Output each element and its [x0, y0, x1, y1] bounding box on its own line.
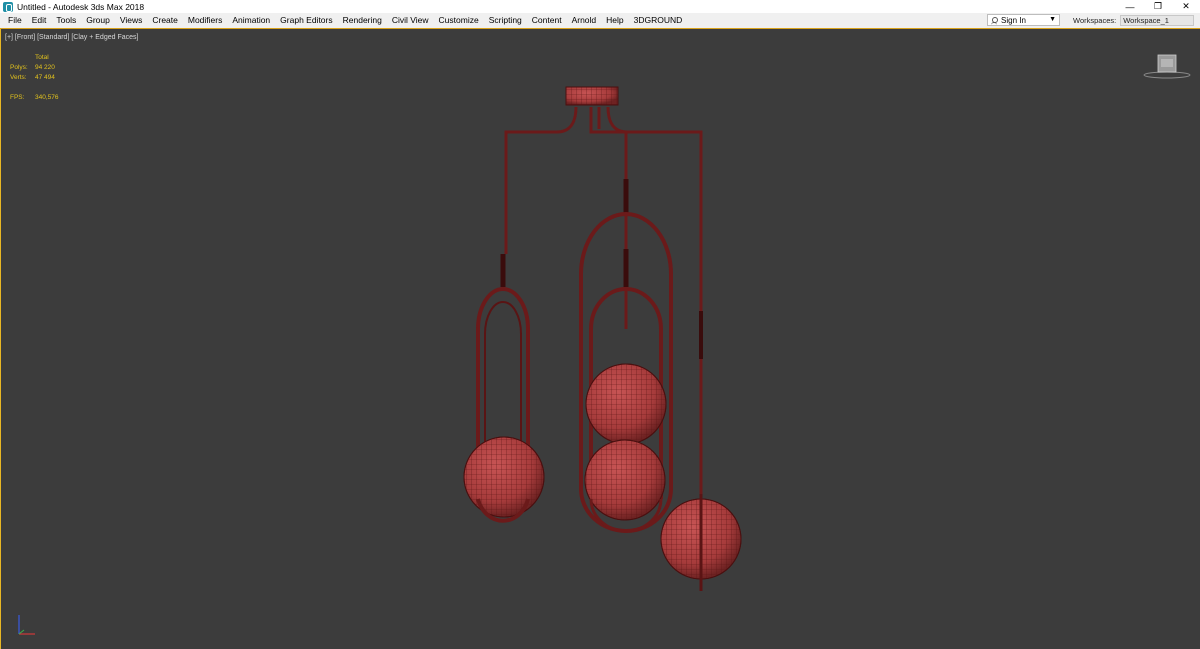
- middle-upper-globe: [585, 363, 667, 445]
- menu-bar: File Edit Tools Group Views Create Modifiers An…: [0, 13, 1200, 29]
- sign-in-label: Sign In: [1001, 15, 1026, 25]
- restore-button[interactable]: ❐: [1144, 0, 1172, 13]
- sign-in-dropdown[interactable]: Sign In ▼: [987, 14, 1060, 26]
- menu-item-3dground[interactable]: 3DGROUND: [629, 13, 688, 28]
- window-controls: — ❐ ✕: [1116, 0, 1200, 13]
- middle-lower-globe: [584, 439, 666, 521]
- minimize-button[interactable]: —: [1116, 0, 1144, 13]
- fps-label: FPS:: [10, 94, 25, 101]
- polys-value: 94 220: [35, 64, 55, 71]
- window-title: Untitled - Autodesk 3ds Max 2018: [17, 1, 145, 12]
- viewport-front[interactable]: [+] [Front] [Standard] [Clay + Edged Fac…: [0, 29, 1200, 649]
- workspaces-label: Workspaces:: [1073, 15, 1117, 25]
- menu-item-modifiers[interactable]: Modifiers: [183, 13, 227, 28]
- axis-tripod-icon: [18, 615, 35, 635]
- menu-item-tools[interactable]: Tools: [51, 13, 81, 28]
- menu-item-help[interactable]: Help: [601, 13, 628, 28]
- menu-item-scripting[interactable]: Scripting: [484, 13, 527, 28]
- verts-value: 47 494: [35, 74, 55, 81]
- viewcube-icon[interactable]: [1143, 53, 1191, 81]
- menu-item-arnold[interactable]: Arnold: [567, 13, 602, 28]
- statistics-overlay: Total Polys: 94 220 Verts: 47 494 FPS: 340,…: [10, 53, 59, 103]
- scene-render[interactable]: [1, 29, 1200, 649]
- menu-item-rendering[interactable]: Rendering: [338, 13, 387, 28]
- menu-item-customize[interactable]: Customize: [434, 13, 484, 28]
- title-bar: Untitled - Autodesk 3ds Max 2018 — ❐ ✕: [0, 0, 1200, 13]
- menu-item-civil-view[interactable]: Civil View: [387, 13, 434, 28]
- menu-item-edit[interactable]: Edit: [27, 13, 52, 28]
- lamp-model: [463, 86, 742, 591]
- menu-items: File Edit Tools Group Views Create Modifiers An…: [0, 13, 687, 28]
- user-icon: [991, 16, 998, 24]
- menu-item-content[interactable]: Content: [527, 13, 567, 28]
- close-button[interactable]: ✕: [1172, 0, 1200, 13]
- menu-item-create[interactable]: Create: [147, 13, 183, 28]
- menu-item-animation[interactable]: Animation: [227, 13, 275, 28]
- menu-item-file[interactable]: File: [3, 13, 27, 28]
- polys-label: Polys:: [10, 64, 28, 71]
- fps-value: 340,576: [35, 94, 59, 101]
- menu-item-views[interactable]: Views: [115, 13, 148, 28]
- ceiling-canopy: [565, 86, 619, 106]
- left-globe: [463, 436, 545, 518]
- workspaces-group: Workspaces: Workspace_1: [1073, 14, 1195, 26]
- menu-item-graph-editors[interactable]: Graph Editors: [275, 13, 337, 28]
- chevron-down-icon: ▼: [1049, 16, 1056, 23]
- 3ds-max-app-icon[interactable]: [3, 1, 13, 12]
- menu-item-group[interactable]: Group: [81, 13, 115, 28]
- workspace-select[interactable]: Workspace_1: [1120, 14, 1195, 26]
- verts-label: Verts:: [10, 74, 27, 81]
- stats-total-header: Total: [35, 54, 49, 61]
- viewport-label-menu[interactable]: [+] [Front] [Standard] [Clay + Edged Fac…: [5, 34, 138, 41]
